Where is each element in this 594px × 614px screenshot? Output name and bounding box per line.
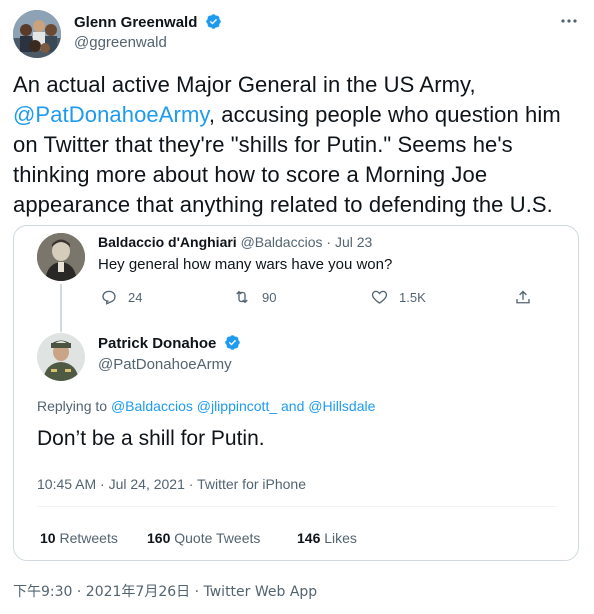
main-tweet-meta[interactable]: 10:45 AM · Jul 24, 2021 · Twitter for iP… — [37, 476, 306, 492]
verified-badge-icon — [206, 14, 221, 29]
reply-icon — [102, 290, 116, 305]
reply-author-handle[interactable]: @Baldaccios — [241, 234, 323, 250]
thread-line — [60, 284, 62, 332]
reply-count: 24 — [128, 289, 143, 305]
quotes-count: 160 — [147, 530, 171, 546]
retweet-icon — [236, 290, 248, 304]
like-count: 1.5K — [399, 289, 426, 305]
more-icon[interactable] — [559, 14, 579, 28]
replying-to-link[interactable]: @Baldaccios — [111, 398, 193, 414]
embedded-image-card[interactable]: Baldaccio d'Anghiari @Baldaccios · Jul 2… — [13, 225, 579, 561]
tweet-text-line: thinking more about how to score a Morni… — [13, 162, 488, 187]
tweet-text-line: on Twitter that they're "shills for Puti… — [13, 132, 513, 157]
likes-count: 146 — [297, 530, 321, 546]
author-avatar[interactable] — [13, 10, 61, 58]
mention-link[interactable]: @PatDonahoeArmy — [13, 102, 209, 127]
reply-date[interactable]: · Jul 23 — [326, 234, 372, 250]
likes-stat[interactable]: 146 Likes — [297, 530, 357, 546]
replying-to-link[interactable]: @Hillsdale — [308, 398, 375, 414]
main-author-name[interactable]: Patrick Donahoe — [98, 335, 216, 352]
main-tweet-text: Don’t be a shill for Putin. — [37, 427, 265, 450]
tweet-text-line: @PatDonahoeArmy, accusing people who que… — [13, 100, 583, 130]
retweet-count: 90 — [262, 289, 277, 305]
verified-badge-icon — [225, 335, 240, 350]
retweet-button[interactable]: 90 — [232, 288, 276, 306]
likes-label: Likes — [324, 530, 357, 546]
like-button[interactable]: 1.5K — [370, 288, 426, 306]
replying-to: Replying to @Baldaccios @jlippincott_ an… — [37, 398, 375, 414]
share-icon[interactable] — [514, 288, 532, 307]
retweets-count: 10 — [40, 530, 56, 546]
reply-text: Hey general how many wars have you won? — [98, 256, 393, 273]
main-author-handle[interactable]: @PatDonahoeArmy — [98, 356, 232, 373]
quote-tweets-stat[interactable]: 160 Quote Tweets — [147, 530, 260, 546]
author-handle[interactable]: @ggreenwald — [74, 34, 167, 51]
reply-author-name[interactable]: Baldaccio d'Anghiari — [98, 234, 237, 250]
replying-and: and — [281, 398, 305, 414]
tweet-text-fragment: , accusing people who question him — [208, 102, 561, 127]
main-author-avatar[interactable] — [37, 333, 85, 381]
retweets-label: Retweets — [59, 530, 118, 546]
author-display-name[interactable]: Glenn Greenwald — [74, 14, 197, 31]
replying-to-label: Replying to — [37, 398, 108, 414]
divider — [37, 506, 557, 507]
like-icon — [371, 290, 388, 304]
reply-button[interactable]: 24 — [100, 288, 142, 306]
retweets-stat[interactable]: 10 Retweets — [40, 530, 118, 546]
replying-to-link[interactable]: @jlippincott_ — [197, 398, 277, 414]
tweet-text-line: appearance that anything related to defe… — [13, 192, 553, 217]
tweet-text-line: An actual active Major General in the US… — [13, 72, 476, 97]
tweet-timestamp[interactable]: 下午9:30 · 2021年7月26日 · Twitter Web App — [13, 581, 317, 601]
tweet-text: An actual active Major General in the US… — [13, 70, 583, 220]
quotes-label: Quote Tweets — [174, 530, 261, 546]
reply-author-avatar[interactable] — [37, 233, 85, 281]
